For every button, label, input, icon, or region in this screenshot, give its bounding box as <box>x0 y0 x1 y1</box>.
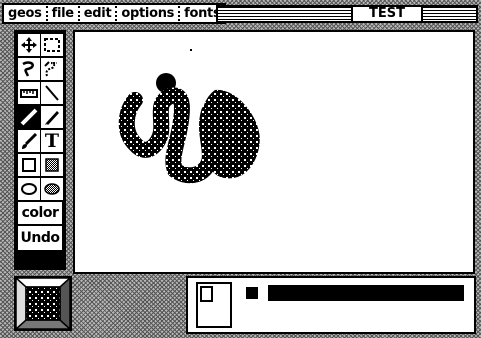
window-title-bar[interactable]: TEST <box>216 5 478 23</box>
drawing-artwork <box>118 49 260 184</box>
filled-ellipse-icon[interactable] <box>41 178 63 200</box>
brush-stroke-loop <box>118 87 190 178</box>
menu-bar: geos file edit options fonts <box>2 3 227 24</box>
brush-icon[interactable] <box>18 130 40 152</box>
menu-file[interactable]: file <box>48 5 78 22</box>
window-title: TEST <box>351 5 423 23</box>
ruler-icon[interactable] <box>18 82 40 104</box>
lasso-select-icon[interactable] <box>41 58 63 80</box>
color-button[interactable]: color <box>18 202 62 224</box>
menu-geos[interactable]: geos <box>4 5 46 22</box>
lasso-icon[interactable] <box>18 58 40 80</box>
text-icon[interactable]: T <box>41 130 63 152</box>
status-panel <box>186 276 476 334</box>
hollow-ellipse-icon[interactable] <box>18 178 40 200</box>
pattern-selector[interactable] <box>14 276 72 331</box>
page-map[interactable] <box>196 282 232 328</box>
drawing-canvas[interactable] <box>73 30 475 274</box>
canvas-speck <box>190 49 192 51</box>
draw-pencil-icon[interactable] <box>18 106 40 128</box>
menu-options[interactable]: options <box>117 5 178 22</box>
hollow-rect-icon[interactable] <box>18 154 40 176</box>
menu-edit[interactable]: edit <box>80 5 116 22</box>
selection-rect-icon[interactable] <box>41 34 63 56</box>
line-icon[interactable] <box>41 82 63 104</box>
geopaint-screen: geos file edit options fonts TEST T colo… <box>0 0 481 338</box>
tool-palette: T color Undo <box>14 30 66 270</box>
line-width-swatch[interactable] <box>246 287 258 299</box>
undo-button[interactable]: Undo <box>18 226 62 250</box>
hand-move-icon[interactable] <box>18 34 40 56</box>
filled-rect-icon[interactable] <box>41 154 63 176</box>
current-pattern-swatch <box>14 276 72 331</box>
status-message-bar <box>268 285 464 301</box>
page-map-view-box <box>200 286 213 302</box>
pencil-icon[interactable] <box>41 106 63 128</box>
